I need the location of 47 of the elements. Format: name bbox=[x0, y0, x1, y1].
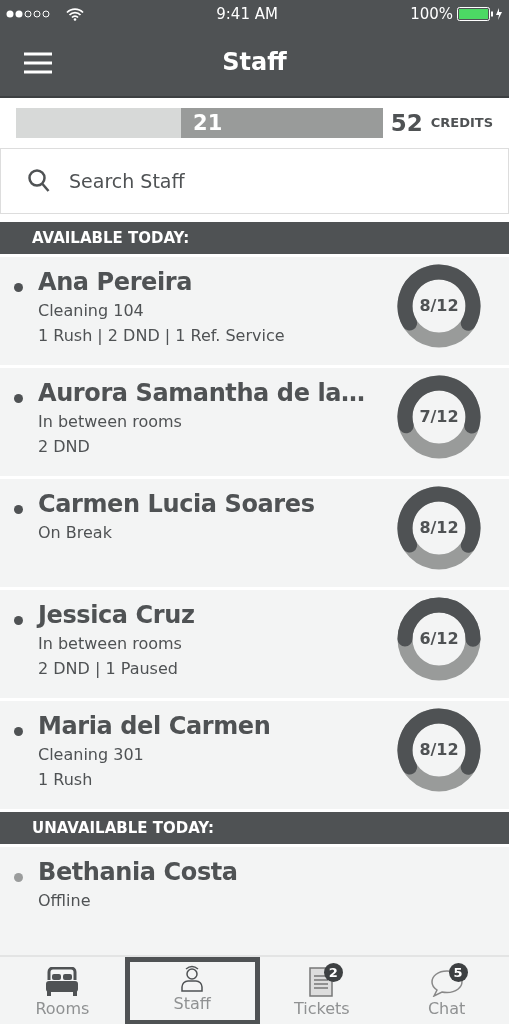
progress-label: 6/12 bbox=[419, 628, 459, 650]
credit-unit: CREDITS bbox=[430, 114, 493, 133]
staff-status: On Break bbox=[38, 522, 113, 545]
document-icon bbox=[308, 967, 335, 997]
staff-name: Aurora Samantha de la… bbox=[38, 378, 366, 409]
menu-button[interactable] bbox=[24, 50, 52, 74]
progress-label: 8/12 bbox=[419, 739, 459, 761]
staff-status: Offline bbox=[38, 890, 92, 913]
staff-details: 1 Rush | 2 DND | 1 Ref. Service bbox=[38, 325, 286, 348]
speech-bubble-icon bbox=[429, 969, 464, 997]
staff-name: Bethania Costa bbox=[38, 857, 239, 888]
staff-status: In between rooms bbox=[38, 411, 183, 434]
progress-label: 7/12 bbox=[419, 406, 459, 428]
staff-row[interactable]: Jessica Cruz In between rooms 2 DND | 1 Paused 6/12 bbox=[0, 590, 509, 698]
wifi-icon bbox=[66, 7, 84, 21]
staff-row[interactable]: Ana Pereira Cleaning 104 1 Rush | 2 DND | 1 Ref. Service 8/12 bbox=[0, 257, 509, 365]
screen-title: Staff bbox=[222, 47, 287, 77]
status-time: 9:41 AM bbox=[215, 3, 279, 25]
battery-icon bbox=[457, 7, 503, 21]
staff-status: Cleaning 104 bbox=[38, 300, 145, 323]
staff-name: Maria del Carmen bbox=[38, 711, 272, 742]
staff-details: 2 DND bbox=[38, 436, 91, 459]
search-field[interactable]: Search Staff bbox=[0, 148, 509, 214]
battery-percent: 100% bbox=[410, 3, 453, 25]
progress-label: 8/12 bbox=[419, 295, 459, 317]
staff-row[interactable]: Maria del Carmen Cleaning 301 1 Rush 8/12 bbox=[0, 701, 509, 809]
staff-status: In between rooms bbox=[38, 633, 183, 656]
tab-button[interactable]: Chat 5 bbox=[384, 957, 509, 1024]
staff-status: Cleaning 301 bbox=[38, 744, 145, 767]
bed-icon bbox=[44, 967, 81, 997]
credit-fill: 21 bbox=[181, 108, 383, 138]
section-header: AVAILABLE TODAY: bbox=[0, 222, 509, 254]
staff-row[interactable]: Bethania Costa Offline bbox=[0, 847, 509, 955]
credit-total: 52 bbox=[390, 108, 423, 138]
staff-details: 2 DND | 1 Paused bbox=[38, 658, 179, 681]
staff-name: Carmen Lucia Soares bbox=[38, 489, 316, 520]
staff-row[interactable]: Aurora Samantha de la… In between rooms 2 DND 7/12 bbox=[0, 368, 509, 476]
person-icon bbox=[180, 964, 205, 992]
staff-name: Ana Pereira bbox=[38, 267, 194, 298]
count-badge: 5 bbox=[448, 963, 468, 982]
section-header: UNAVAILABLE TODAY: bbox=[0, 812, 509, 844]
progress-label: 8/12 bbox=[419, 517, 459, 539]
staff-name: Jessica Cruz bbox=[38, 600, 196, 631]
staff-row[interactable]: Carmen Lucia Soares On Break 8/12 bbox=[0, 479, 509, 587]
search-icon bbox=[28, 169, 50, 193]
tab-button[interactable]: Tickets 2 bbox=[259, 957, 385, 1024]
staff-details: 1 Rush bbox=[38, 769, 94, 792]
